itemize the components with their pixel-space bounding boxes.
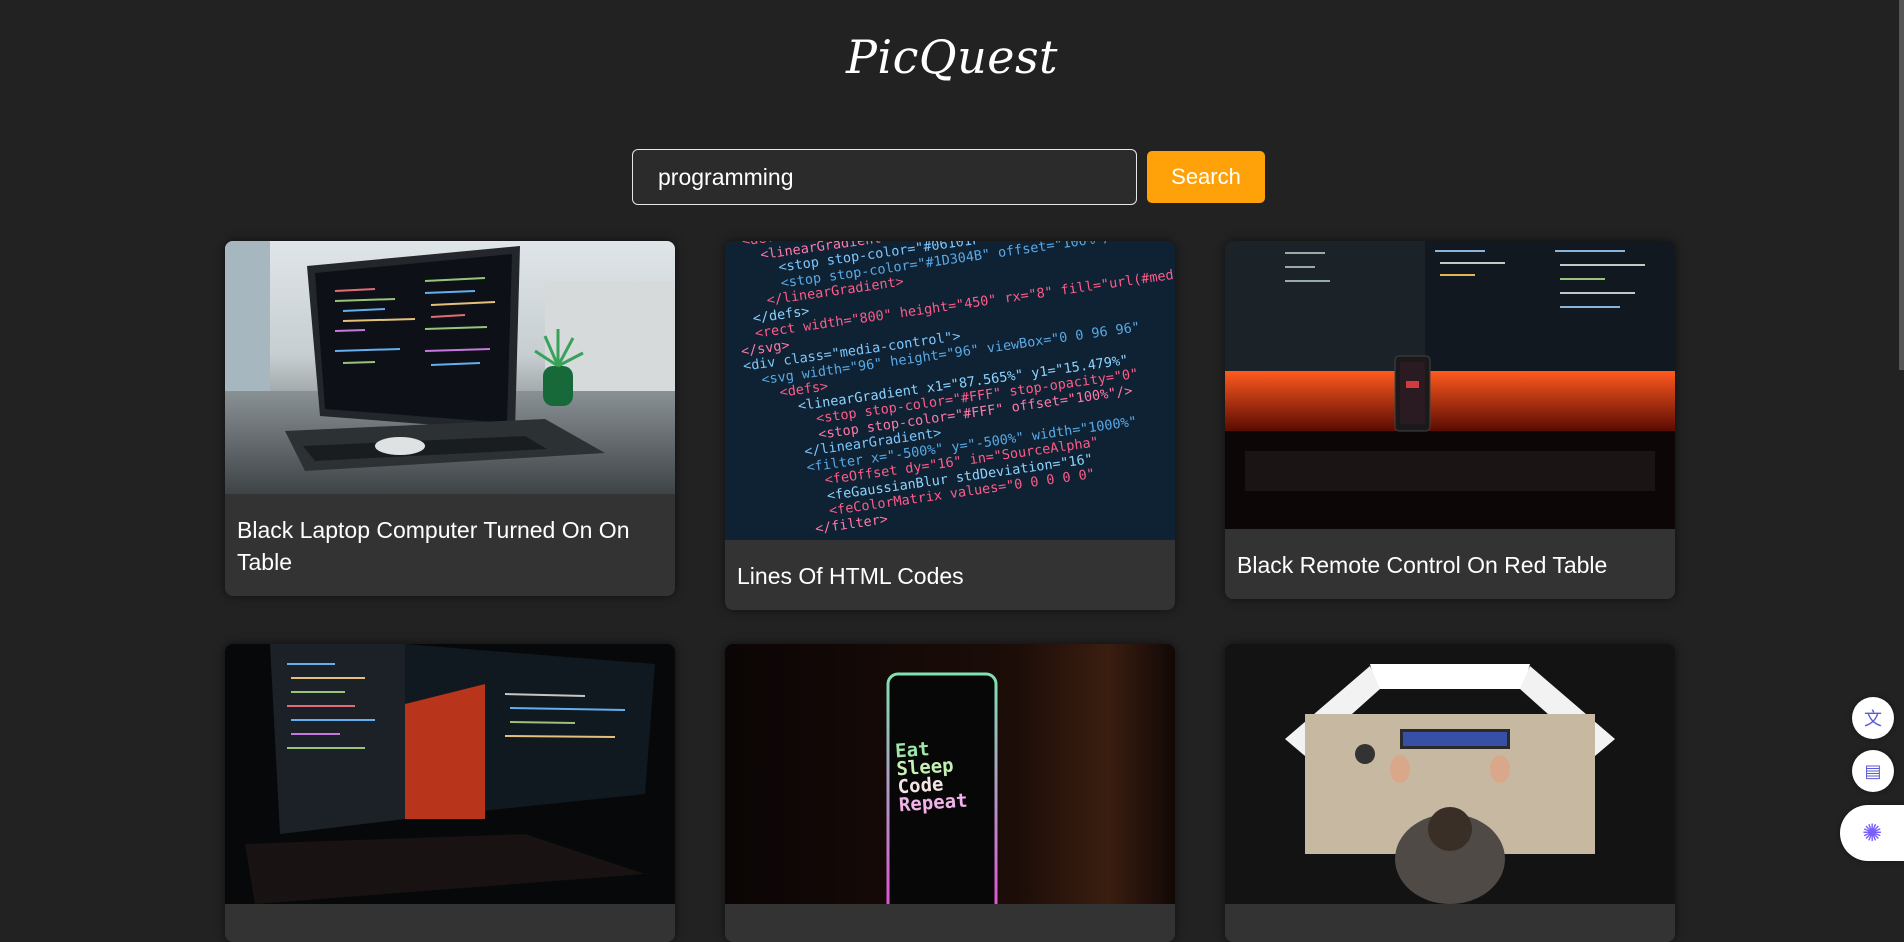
card-caption: Lines Of HTML Codes	[737, 563, 964, 589]
card-caption: Black Laptop Computer Turned On On Table	[237, 517, 630, 575]
result-card[interactable]: <defs> <linearGradient x1="100%" y1="0%"…	[725, 241, 1175, 610]
scrollbar[interactable]	[1899, 0, 1904, 370]
dual-monitor-photo[interactable]	[225, 644, 675, 904]
desk-setup-photo[interactable]	[1225, 241, 1675, 529]
card-caption	[725, 904, 1175, 942]
ai-brain-icon[interactable]: ✺	[1840, 805, 1904, 861]
html-code-photo[interactable]: <defs> <linearGradient x1="100%" y1="0%"…	[725, 241, 1175, 540]
phone-screen-text: Eat Sleep Code Repeat	[894, 738, 969, 817]
card-caption	[225, 904, 675, 942]
result-card[interactable]: Black Laptop Computer Turned On On Table	[225, 241, 675, 596]
card-caption	[1225, 904, 1675, 942]
result-card[interactable]	[1225, 644, 1675, 942]
laptop-photo[interactable]	[225, 241, 675, 494]
search-input[interactable]	[632, 149, 1137, 205]
result-card[interactable]	[225, 644, 675, 942]
code-text: <defs> <linearGradient x1="100%" y1="0%"…	[725, 241, 1175, 540]
search-button[interactable]: Search	[1147, 151, 1265, 203]
card-caption: Black Remote Control On Red Table	[1237, 552, 1608, 578]
translate-icon[interactable]: 文	[1852, 697, 1894, 739]
result-card[interactable]: Black Remote Control On Red Table	[1225, 241, 1675, 599]
reader-icon[interactable]: ▤	[1852, 750, 1894, 792]
result-card[interactable]: Eat Sleep Code Repeat	[725, 644, 1175, 942]
phone-neon-photo[interactable]: Eat Sleep Code Repeat	[725, 644, 1175, 904]
app-title: PicQuest	[845, 30, 1059, 84]
workstation-overhead-photo[interactable]	[1225, 644, 1675, 904]
